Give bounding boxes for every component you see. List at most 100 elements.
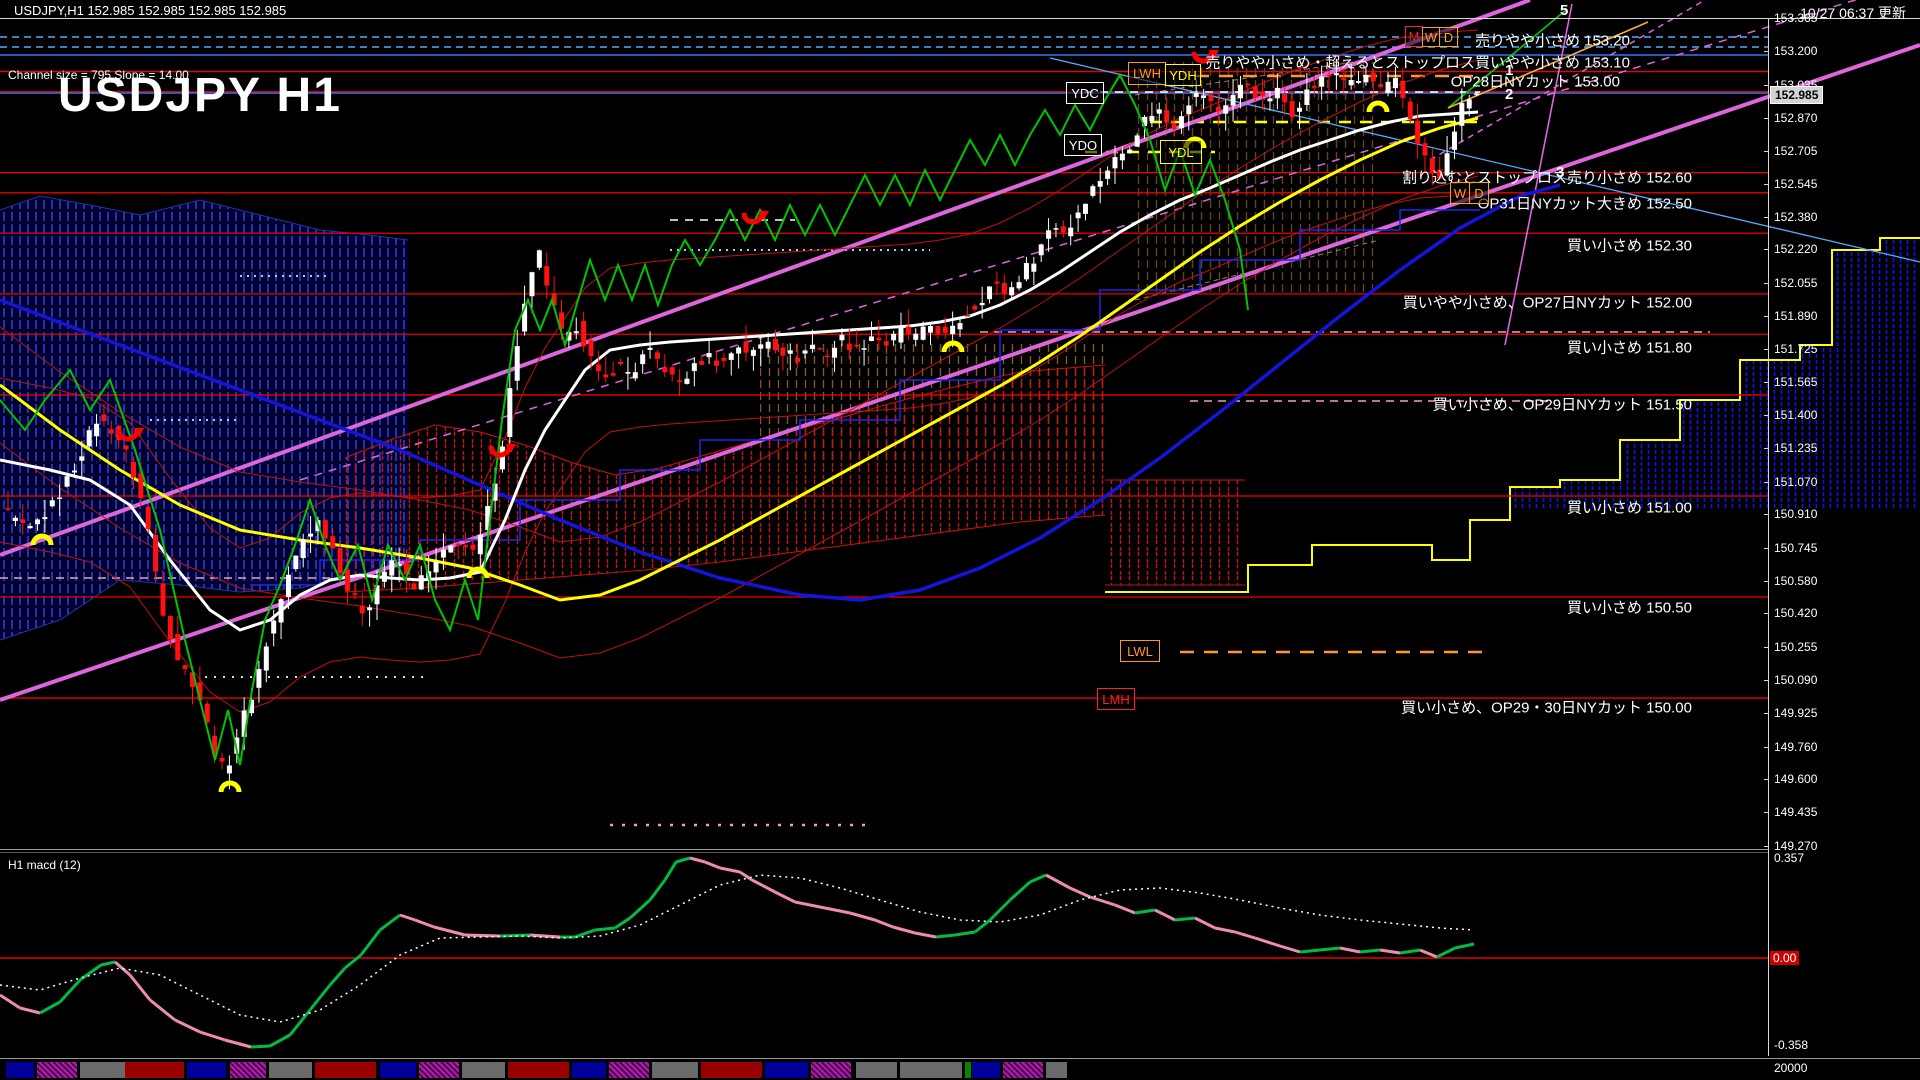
- axis-tick: [1764, 249, 1769, 250]
- panel-separator[interactable]: [0, 849, 1768, 850]
- axis-tick: [1764, 51, 1769, 52]
- level-label-box: YDL: [1160, 140, 1202, 164]
- macd-axis-zero: 0.00: [1770, 951, 1799, 965]
- order-level-annotation: OP28日NYカット 153.00: [1451, 71, 1620, 92]
- price-axis-label: 149.760: [1774, 740, 1817, 754]
- timeline-segment: [965, 1062, 971, 1078]
- timeline-segment: [315, 1062, 376, 1078]
- price-axis-label: 151.235: [1774, 441, 1817, 455]
- timeline-segment: [125, 1062, 184, 1078]
- axis-tick: [1764, 812, 1769, 813]
- top-frame-line: [0, 18, 1920, 19]
- price-axis-label: 151.725: [1774, 342, 1817, 356]
- price-axis-label: 150.910: [1774, 507, 1817, 521]
- axis-tick: [1764, 482, 1769, 483]
- price-axis-label: 149.600: [1774, 772, 1817, 786]
- timeline-segment: [508, 1062, 569, 1078]
- order-level-annotation: 買い小さめ、OP29日NYカット 151.50: [1433, 394, 1692, 415]
- order-level-annotation: 買い小さめ 150.50: [1567, 597, 1692, 618]
- price-axis-label: 151.070: [1774, 475, 1817, 489]
- level-label-box: W: [1450, 182, 1470, 204]
- timeline-segment: [856, 1062, 897, 1078]
- timeline-bar[interactable]: [0, 1062, 1920, 1078]
- axis-tick: [1764, 382, 1769, 383]
- price-axis-label: 150.090: [1774, 673, 1817, 687]
- macd-indicator-label: H1 macd (12): [8, 858, 81, 872]
- order-level-annotation: 買いやや小さめ、OP27日NYカット 152.00: [1403, 292, 1692, 313]
- order-level-annotation: 売りやや小さめ 153.20: [1475, 30, 1630, 51]
- timeline-segment: [419, 1062, 459, 1078]
- axis-tick: [1764, 747, 1769, 748]
- timeline-segment: [1046, 1062, 1067, 1078]
- level-label-box: M: [1405, 26, 1423, 47]
- price-axis-label: 152.380: [1774, 210, 1817, 224]
- axis-tick: [1764, 415, 1769, 416]
- timeline-segment: [6, 1062, 34, 1078]
- axis-tick: [1764, 151, 1769, 152]
- price-chart-canvas[interactable]: [0, 0, 1920, 1080]
- axis-tick: [1764, 448, 1769, 449]
- timeline-segment: [765, 1062, 808, 1078]
- volume-axis-label: 20000: [1774, 1061, 1807, 1075]
- order-level-annotation: 買い小さめ、OP29・30日NYカット 150.00: [1401, 697, 1692, 718]
- axis-tick: [1764, 514, 1769, 515]
- level-label-box: YDH: [1165, 64, 1201, 86]
- timeline-separator: [0, 1058, 1920, 1059]
- axis-tick: [1764, 349, 1769, 350]
- axis-tick: [1764, 647, 1769, 648]
- mt4-chart-window: USDJPY,H1 152.985 152.985 152.985 152.98…: [0, 0, 1920, 1080]
- timeline-segment: [187, 1062, 226, 1078]
- level-label-box: LMH: [1097, 688, 1135, 710]
- axis-tick: [1764, 18, 1769, 19]
- timeline-segment: [380, 1062, 416, 1078]
- price-axis-label: 149.925: [1774, 706, 1817, 720]
- symbol-ohlc-readout: USDJPY,H1 152.985 152.985 152.985 152.98…: [14, 3, 286, 18]
- price-axis-label: 153.200: [1774, 44, 1817, 58]
- price-axis-label: 150.580: [1774, 574, 1817, 588]
- order-level-annotation: 買い小さめ 151.80: [1567, 337, 1692, 358]
- order-level-annotation: OP31日NYカット大きめ 152.50: [1478, 193, 1692, 214]
- level-label-box: YDC: [1066, 82, 1104, 104]
- level-label-box: W: [1422, 27, 1440, 47]
- timeline-segment: [811, 1062, 851, 1078]
- axis-tick: [1764, 217, 1769, 218]
- order-level-annotation: 買い小さめ 151.00: [1567, 497, 1692, 518]
- price-axis-label: 150.255: [1774, 640, 1817, 654]
- axis-tick: [1764, 316, 1769, 317]
- axis-border-line: [1768, 19, 1769, 1056]
- axis-tick: [1764, 680, 1769, 681]
- level-label-box: D: [1439, 27, 1458, 47]
- axis-tick: [1764, 85, 1769, 86]
- timeline-segment: [900, 1062, 962, 1078]
- price-axis-label: 152.705: [1774, 144, 1817, 158]
- timeline-segment: [572, 1062, 606, 1078]
- wave-count-label: 2: [1505, 86, 1513, 103]
- timeline-segment: [609, 1062, 649, 1078]
- channel-info-label: Channel size = 795 Slope = 14.00: [8, 68, 189, 82]
- timeline-segment: [1003, 1062, 1043, 1078]
- price-axis-label: 152.220: [1774, 242, 1817, 256]
- timeline-segment: [269, 1062, 312, 1078]
- level-label-box: YDO: [1064, 134, 1102, 156]
- level-label-box: LWH: [1128, 62, 1166, 85]
- price-axis-label: 152.870: [1774, 111, 1817, 125]
- timeline-segment: [80, 1062, 125, 1078]
- price-axis-label: 151.400: [1774, 408, 1817, 422]
- level-label-box: LWL: [1120, 640, 1160, 662]
- price-axis-label: 153.365: [1774, 11, 1817, 25]
- axis-tick: [1764, 846, 1769, 847]
- macd-axis-top: 0.357: [1774, 851, 1804, 865]
- axis-tick: [1764, 283, 1769, 284]
- price-axis-label: 150.745: [1774, 541, 1817, 555]
- timeline-segment: [652, 1062, 698, 1078]
- order-level-annotation: 売りやや小さめ・超えるとストップロス買いやや小さめ 153.10: [1205, 52, 1630, 73]
- timeline-segment: [37, 1062, 77, 1078]
- axis-tick: [1764, 548, 1769, 549]
- price-axis-label: 151.890: [1774, 309, 1817, 323]
- timeline-segment: [701, 1062, 762, 1078]
- timeline-segment: [230, 1062, 266, 1078]
- wave-count-label: 3: [1556, 164, 1564, 181]
- axis-tick: [1764, 184, 1769, 185]
- current-price-tag: 152.985: [1770, 86, 1823, 104]
- axis-tick: [1764, 713, 1769, 714]
